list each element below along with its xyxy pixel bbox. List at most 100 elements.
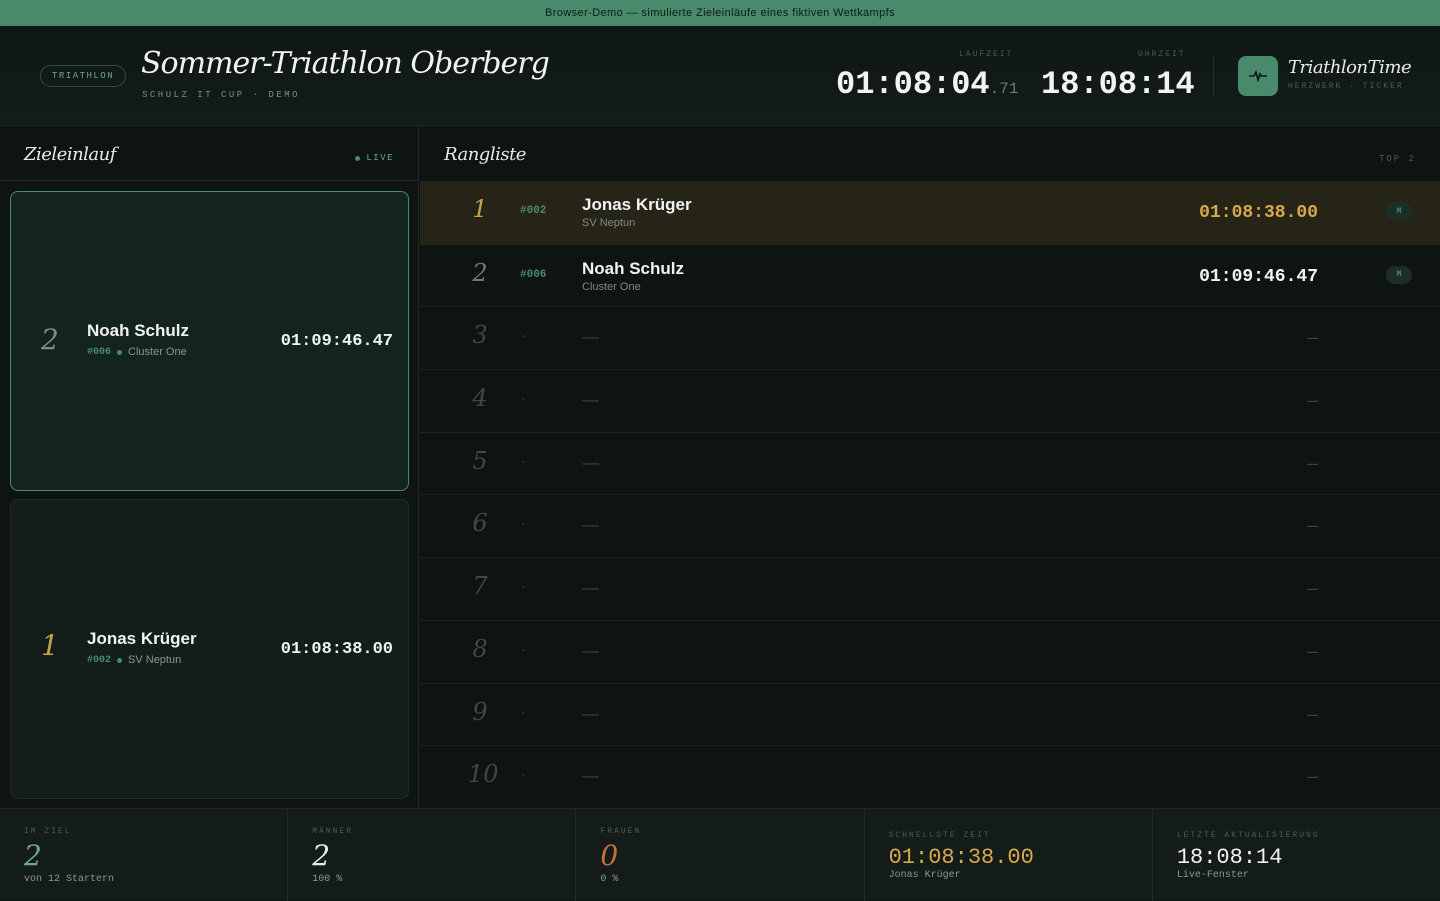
card-athlete-name: Noah Schulz [87, 321, 190, 340]
row-rank: 10 [468, 760, 499, 789]
stat-value: 2 [312, 839, 331, 872]
row-club: Cluster One [582, 280, 641, 293]
row-bib: #006 [520, 268, 547, 281]
row-athlete-name: — [582, 578, 599, 598]
row-athlete-name: — [582, 327, 599, 347]
stat-value: 2 [24, 839, 42, 872]
row-time: — [1307, 517, 1318, 538]
table-row[interactable]: 1 #002 Jonas Krüger SV Neptun 01:08:38.00 M [420, 181, 1440, 244]
row-rank: 8 [472, 634, 488, 663]
row-time: 01:08:38.00 [1199, 203, 1318, 223]
header-divider [1213, 56, 1214, 96]
stat-men: MÄNNER 2 100 % [288, 809, 577, 901]
row-bib: - [520, 394, 527, 407]
header: TRIATHLON Sommer-Triathlon Oberberg SCHU… [0, 26, 1440, 126]
finish-card[interactable]: 1 Jonas Krüger #002 SV Neptun 01:08:38.00 [10, 499, 409, 799]
brand-name: TriathlonTime [1288, 57, 1412, 78]
stats-bar: IM ZIEL 2 von 12 Startern MÄNNER 2 100 %… [0, 808, 1440, 901]
row-rank: 7 [472, 572, 488, 601]
card-bib: #006 [87, 346, 112, 358]
table-row[interactable]: 5 - — — [420, 431, 1440, 495]
row-athlete-name: — [582, 390, 599, 410]
row-rank: 4 [472, 384, 488, 413]
table-row[interactable]: 9 - — — [420, 682, 1440, 746]
row-time: — [1307, 392, 1318, 413]
row-rank: 1 [472, 195, 488, 223]
stat-women: FRAUEN 0 0 % [576, 809, 865, 901]
row-bib: - [520, 456, 527, 469]
gender-badge: M [1386, 202, 1412, 220]
live-dot-icon [355, 155, 361, 161]
card-time: 01:08:38.00 [280, 640, 393, 659]
finish-panel: Zieleinlauf LIVE 2 Noah Schulz #006 Clust… [0, 126, 419, 808]
row-rank: 6 [472, 509, 488, 538]
stat-value: 01:08:38.00 [888, 845, 1034, 870]
stat-label: LETZTE AKTUALISIERUNG [1176, 831, 1320, 840]
stat-sub: Live-Fenster [1176, 870, 1249, 881]
table-row[interactable]: 6 - — — [420, 494, 1440, 557]
stat-value: 18:08:14 [1176, 845, 1283, 870]
stat-sub: 0 % [600, 874, 619, 885]
laufzeit-main: 01:08:04 [836, 66, 990, 103]
row-time: — [1307, 642, 1318, 663]
row-athlete-name: — [582, 640, 599, 660]
table-row[interactable]: 3 - — — [420, 306, 1440, 369]
table-row[interactable]: 7 - — — [420, 557, 1440, 620]
row-athlete-name: — [582, 515, 599, 535]
uhrzeit-label: UHRZEIT [1138, 50, 1186, 59]
row-bib: - [520, 582, 527, 595]
brand-logo [1238, 56, 1278, 96]
stat-finished: IM ZIEL 2 von 12 Startern [0, 809, 289, 901]
row-athlete-name: — [582, 452, 599, 472]
row-time: — [1307, 580, 1318, 601]
stat-label: SCHNELLSTE ZEIT [888, 831, 991, 840]
page-title: Sommer-Triathlon Oberberg [141, 46, 550, 81]
dot-icon [117, 349, 123, 355]
card-club: SV Neptun [128, 654, 182, 666]
finish-card[interactable]: 2 Noah Schulz #006 Cluster One 01:09:46.4… [10, 191, 409, 491]
table-row[interactable]: 10 - — — [420, 745, 1440, 808]
top-count-label: TOP 2 [1378, 154, 1416, 164]
card-meta: #006 Cluster One [87, 346, 187, 358]
row-bib: - [520, 707, 527, 720]
table-row[interactable]: 4 - — — [420, 369, 1440, 432]
gender-badge: M [1386, 265, 1412, 284]
ranking-panel-title: Rangliste [444, 144, 526, 165]
row-time: — [1307, 705, 1318, 726]
row-club: SV Neptun [582, 217, 636, 229]
laufzeit-fraction: .71 [989, 80, 1019, 98]
row-bib: - [520, 770, 527, 783]
card-athlete-name: Jonas Krüger [87, 629, 197, 648]
page-subtitle: SCHULZ IT CUP · DEMO [142, 90, 301, 100]
stat-sub: Jonas Krüger [888, 870, 961, 881]
card-rank: 1 [41, 629, 59, 662]
live-label: LIVE [366, 153, 394, 163]
card-time: 01:09:46.47 [280, 332, 393, 351]
ranking-panel: Rangliste TOP 2 1 #002 Jonas Krüger SV Nept… [420, 126, 1440, 808]
card-club: Cluster One [128, 346, 187, 358]
stat-sub: 100 % [312, 874, 343, 885]
stat-label: FRAUEN [600, 827, 642, 836]
brand-subtitle: HERZWERK · TICKER [1288, 82, 1404, 91]
stat-fastest: SCHNELLSTE ZEIT 01:08:38.00 Jonas Krüger [865, 809, 1153, 901]
laufzeit-clock: 01:08:04.71 [836, 66, 1018, 103]
card-rank: 2 [41, 323, 59, 356]
row-bib: #002 [520, 205, 547, 217]
uhrzeit-clock: 18:08:14 [1041, 66, 1195, 103]
row-time: — [1307, 329, 1318, 350]
table-row[interactable]: 2 #006 Noah Schulz Cluster One 01:09:46.47 M [420, 243, 1440, 307]
live-indicator: LIVE [355, 153, 394, 163]
card-bib: #002 [87, 654, 112, 666]
table-row[interactable]: 8 - — — [420, 619, 1440, 683]
row-bib: - [520, 519, 527, 532]
stat-label: IM ZIEL [24, 827, 72, 836]
row-athlete-name: Noah Schulz [582, 258, 685, 278]
stat-last-update: LETZTE AKTUALISIERUNG 18:08:14 Live-Fens… [1153, 809, 1440, 901]
row-bib: - [520, 331, 527, 344]
stat-value: 0 [600, 839, 619, 872]
row-rank: 2 [472, 258, 488, 287]
row-bib: - [520, 644, 527, 657]
row-rank: 9 [472, 697, 488, 726]
sport-pill: TRIATHLON [40, 65, 127, 87]
row-time: 01:09:46.47 [1199, 266, 1318, 287]
